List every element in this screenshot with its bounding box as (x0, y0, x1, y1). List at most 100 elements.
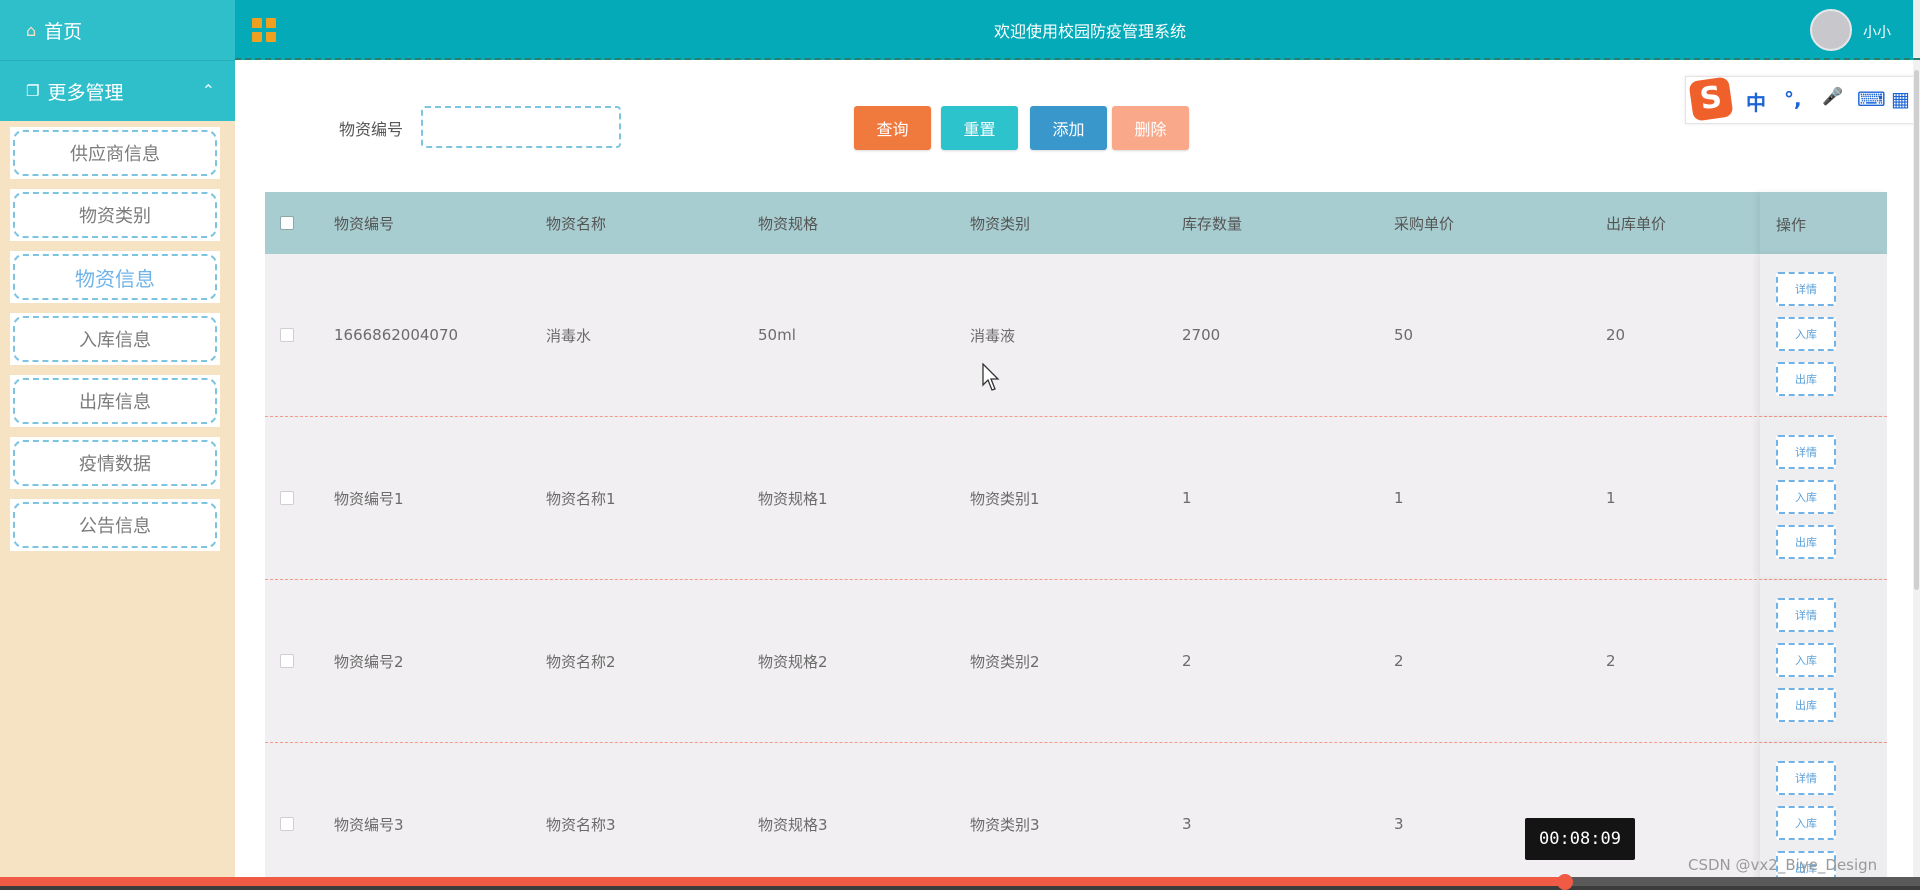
table-cell: 物资规格1 (758, 489, 828, 508)
row-checkbox[interactable] (280, 817, 294, 831)
stock-in-button[interactable]: 入库 (1776, 317, 1836, 351)
table-cell: 2 (1182, 652, 1192, 670)
home-icon: ⌂ (26, 20, 37, 40)
table-header: 物资编号 物资名称 物资规格 物资类别 库存数量 采购单价 出库单价 操作 (265, 192, 1887, 254)
keyboard-icon[interactable]: ⌨ (1857, 87, 1886, 111)
row-checkbox[interactable] (280, 654, 294, 668)
row-actions: 详情 入库 出库 (1760, 580, 1887, 742)
table-cell: 物资编号2 (334, 652, 404, 671)
sidebar-item-3[interactable]: 物资信息 (10, 251, 220, 303)
stock-out-button[interactable]: 出库 (1776, 525, 1836, 559)
mouse-cursor-icon (982, 363, 1000, 391)
app-viewport: ⌂ 首页 ❐ 更多管理 ⌃ 供应商信息物资类别物资信息入库信息出库信息疫情数据公… (0, 0, 1920, 877)
table-cell: 1 (1606, 489, 1616, 507)
table-cell: 50ml (758, 326, 796, 344)
chevron-up-icon: ⌃ (201, 81, 215, 100)
table-cell: 1666862004070 (334, 326, 459, 344)
sidebar: ⌂ 首页 ❐ 更多管理 ⌃ 供应商信息物资类别物资信息入库信息出库信息疫情数据公… (0, 0, 235, 877)
table-cell: 1 (1182, 489, 1192, 507)
video-progress-fill (0, 877, 1565, 886)
username[interactable]: 小小 (1863, 22, 1891, 42)
sidebar-item-label: 公告信息 (79, 516, 151, 537)
scrollbar-thumb[interactable] (1914, 70, 1919, 590)
table-cell: 物资名称3 (546, 815, 616, 834)
detail-button[interactable]: 详情 (1776, 761, 1836, 795)
sidebar-group-more[interactable]: ❐ 更多管理 ⌃ (0, 60, 235, 121)
table-row: 物资编号2 物资名称2 物资规格2 物资类别2 2 2 2 详情 入库 出库 (265, 580, 1887, 743)
detail-button[interactable]: 详情 (1776, 272, 1836, 306)
sidebar-item-4[interactable]: 入库信息 (10, 313, 220, 365)
sidebar-item-6[interactable]: 疫情数据 (10, 437, 220, 489)
sidebar-group-label: 更多管理 (47, 81, 124, 104)
video-progress-knob[interactable] (1556, 874, 1573, 890)
table-cell: 物资编号1 (334, 489, 404, 508)
stock-out-button[interactable]: 出库 (1776, 362, 1836, 396)
table-row: 1666862004070 消毒水 50ml 消毒液 2700 50 20 详情 入库 出库 (265, 254, 1887, 417)
row-checkbox-cell (280, 580, 294, 742)
sidebar-item-label: 物资信息 (75, 266, 155, 291)
search-input[interactable] (421, 106, 621, 148)
table-cell: 3 (1394, 815, 1404, 833)
top-header: 欢迎使用校园防疫管理系统 小小 (235, 0, 1920, 60)
microphone-icon[interactable]: 🎤 (1822, 87, 1843, 107)
column-header[interactable]: 物资类别 (970, 192, 1030, 254)
detail-button[interactable]: 详情 (1776, 435, 1836, 469)
column-header[interactable]: 库存数量 (1182, 192, 1242, 254)
stock-out-button[interactable]: 出库 (1776, 688, 1836, 722)
row-checkbox-cell (280, 254, 294, 416)
avatar[interactable] (1810, 9, 1852, 51)
sidebar-home[interactable]: ⌂ 首页 (0, 0, 235, 60)
select-all-checkbox[interactable] (280, 216, 294, 230)
page-scrollbar[interactable] (1913, 60, 1920, 877)
row-checkbox-cell (280, 743, 294, 877)
data-table: 物资编号 物资名称 物资规格 物资类别 库存数量 采购单价 出库单价 操作 166686200… (265, 192, 1887, 877)
sidebar-item-label: 供应商信息 (70, 144, 160, 165)
row-actions: 详情 入库 出库 (1760, 254, 1887, 416)
sidebar-home-label: 首页 (44, 20, 83, 43)
sidebar-item-5[interactable]: 出库信息 (10, 375, 220, 427)
sidebar-item-1[interactable]: 供应商信息 (10, 127, 220, 179)
video-timestamp: 00:08:09 (1525, 818, 1635, 860)
stock-in-button[interactable]: 入库 (1776, 806, 1836, 840)
table-cell: 消毒水 (546, 326, 592, 345)
table-cell: 2 (1606, 652, 1616, 670)
sidebar-menu: 供应商信息物资类别物资信息入库信息出库信息疫情数据公告信息 (0, 121, 235, 551)
table-cell: 物资规格3 (758, 815, 828, 834)
apps-icon[interactable]: ▦ (1891, 87, 1910, 111)
table-cell: 物资名称1 (546, 489, 616, 508)
column-header[interactable]: 采购单价 (1394, 192, 1454, 254)
search-label: 物资编号 (339, 120, 404, 139)
stock-in-button[interactable]: 入库 (1776, 480, 1836, 514)
table-row: 物资编号1 物资名称1 物资规格1 物资类别1 1 1 1 详情 入库 出库 (265, 417, 1887, 580)
sidebar-item-7[interactable]: 公告信息 (10, 499, 220, 551)
column-header[interactable]: 物资规格 (758, 192, 818, 254)
sogou-logo-icon[interactable]: S (1688, 76, 1734, 122)
table-cell: 物资类别3 (970, 815, 1040, 834)
table-cell: 物资规格2 (758, 652, 828, 671)
column-header[interactable]: 出库单价 (1606, 192, 1666, 254)
table-cell: 3 (1182, 815, 1192, 833)
table-cell: 1 (1394, 489, 1404, 507)
stock-in-button[interactable]: 入库 (1776, 643, 1836, 677)
reset-button[interactable]: 重置 (941, 106, 1018, 150)
table-cell: 50 (1394, 326, 1414, 344)
ime-chinese-mode[interactable]: 中 (1746, 87, 1766, 116)
column-header[interactable]: 物资名称 (546, 192, 606, 254)
detail-button[interactable]: 详情 (1776, 598, 1836, 632)
watermark: CSDN @vx2_Biye_Design (1688, 856, 1878, 874)
select-all-checkbox-cell (280, 192, 294, 254)
header-scrollbar (1913, 0, 1920, 58)
table-cell: 2700 (1182, 326, 1221, 344)
ime-punctuation[interactable]: °, (1784, 87, 1802, 111)
page-title: 欢迎使用校园防疫管理系统 (993, 22, 1186, 41)
add-button[interactable]: 添加 (1030, 106, 1107, 150)
table-cell: 20 (1606, 326, 1626, 344)
query-button[interactable]: 查询 (854, 106, 931, 150)
row-checkbox-cell (280, 417, 294, 579)
row-actions: 详情 入库 出库 (1760, 417, 1887, 579)
column-header[interactable]: 物资编号 (334, 192, 394, 254)
delete-button[interactable]: 删除 (1112, 106, 1189, 150)
row-checkbox[interactable] (280, 491, 294, 505)
row-checkbox[interactable] (280, 328, 294, 342)
sidebar-item-2[interactable]: 物资类别 (10, 189, 220, 241)
